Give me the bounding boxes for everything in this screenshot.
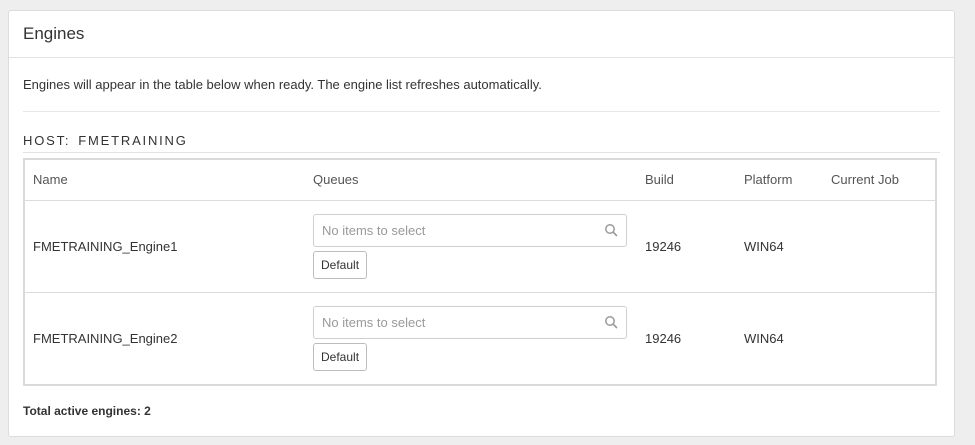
engine-build: 19246 xyxy=(637,200,736,293)
table-row: FMETRAINING_Engine1 No items to select D… xyxy=(25,200,935,293)
column-header-name: Name xyxy=(25,160,305,201)
engine-name: FMETRAINING_Engine2 xyxy=(33,330,178,346)
intro-text: Engines will appear in the table below w… xyxy=(23,58,940,112)
engine-build: 19246 xyxy=(645,330,682,346)
queue-select-placeholder: No items to select xyxy=(322,222,426,238)
queue-select-placeholder: No items to select xyxy=(322,314,426,330)
queue-select-input[interactable]: No items to select xyxy=(313,213,627,247)
engine-current-job xyxy=(823,292,935,384)
engines-panel: Engines Engines will appear in the table… xyxy=(8,10,955,437)
engine-platform: WIN64 xyxy=(744,330,784,346)
queue-tag-default[interactable]: Default xyxy=(313,342,368,371)
engines-table-wrapper: Name Queues Build Platform Current Job F… xyxy=(23,158,937,386)
host-heading: HOST: FMETRAINING xyxy=(23,133,940,153)
search-icon xyxy=(604,315,618,329)
column-header-build: Build xyxy=(637,160,736,201)
panel-body: Engines will appear in the table below w… xyxy=(9,58,954,418)
queue-tag-default[interactable]: Default xyxy=(313,250,368,279)
engine-current-job xyxy=(823,200,935,293)
column-header-queues: Queues xyxy=(305,160,637,201)
search-icon xyxy=(604,223,618,237)
table-header-row: Name Queues Build Platform Current Job xyxy=(25,160,935,201)
panel-title: Engines xyxy=(23,24,85,43)
queue-select-input[interactable]: No items to select xyxy=(313,305,627,339)
column-header-current-job: Current Job xyxy=(823,160,935,201)
engine-platform: WIN64 xyxy=(736,200,823,293)
panel-header: Engines xyxy=(9,11,954,58)
host-name: FMETRAINING xyxy=(78,133,188,148)
host-label: HOST: xyxy=(23,133,71,148)
table-row: FMETRAINING_Engine2 No items to select D… xyxy=(25,292,935,384)
queues-cell: No items to select Default xyxy=(305,292,637,384)
engines-table: Name Queues Build Platform Current Job F… xyxy=(25,160,935,384)
column-header-platform: Platform xyxy=(736,160,823,201)
queues-cell: No items to select Default xyxy=(305,200,637,293)
engine-name: FMETRAINING_Engine1 xyxy=(25,200,305,293)
total-active-engines: Total active engines: 2 xyxy=(23,404,151,418)
